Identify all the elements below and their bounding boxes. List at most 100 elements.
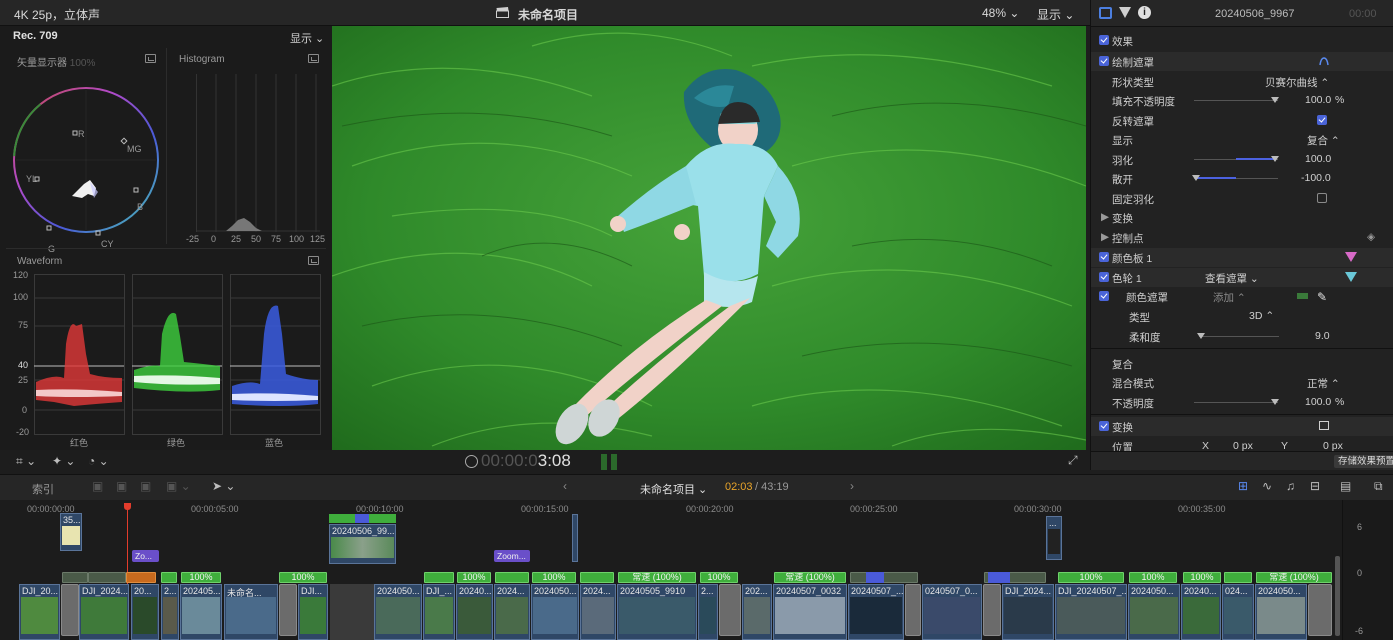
speed-bar[interactable]: 常速 (100%) xyxy=(774,572,846,583)
invert-mask-checkbox[interactable] xyxy=(1317,115,1327,125)
zoom-menu[interactable]: 48% ⌄ xyxy=(982,6,1019,20)
speed-bar[interactable]: 100% xyxy=(1058,572,1124,583)
clip-insert-icon[interactable]: ▣ xyxy=(116,479,127,493)
color-board-checkbox[interactable] xyxy=(1099,252,1109,262)
shape-type-select[interactable]: 贝赛尔曲线 ⌃ xyxy=(1265,75,1329,90)
feather-slider[interactable] xyxy=(1236,158,1276,160)
transition[interactable] xyxy=(905,584,921,636)
timeline-project-menu[interactable]: 未命名项目 ⌄ xyxy=(640,481,707,497)
index-button[interactable]: 索引 xyxy=(32,481,54,497)
disclosure-triangle-icon[interactable]: ▶ xyxy=(1101,211,1109,223)
fixed-feather-checkbox[interactable] xyxy=(1317,193,1327,203)
opacity-value[interactable]: 100.0 xyxy=(1305,396,1331,408)
speed-bar[interactable]: 100% xyxy=(279,572,327,583)
storyline-clip[interactable]: 20240... xyxy=(456,584,493,640)
spread-value[interactable]: -100.0 xyxy=(1301,172,1331,184)
keyframe-icon[interactable]: ◈ xyxy=(1367,231,1375,243)
row-transform-sub[interactable]: ▶ 变换 xyxy=(1091,208,1393,227)
storyline-clip[interactable]: 2... xyxy=(698,584,718,640)
transition[interactable] xyxy=(279,584,297,636)
color-mask-add-menu[interactable]: 添加 ⌃ xyxy=(1213,290,1246,305)
opacity-slider[interactable] xyxy=(1194,402,1278,403)
connected-clip[interactable]: 20240506_99... xyxy=(329,524,396,564)
transform-checkbox[interactable] xyxy=(1099,421,1109,431)
draw-mask-checkbox[interactable] xyxy=(1099,56,1109,66)
storyline-clip[interactable]: 20240505_9910 xyxy=(617,584,697,640)
storyline-clip[interactable]: 0240507_0... xyxy=(922,584,982,640)
color-swatch[interactable] xyxy=(1297,293,1308,299)
position-y-value[interactable]: 0 px xyxy=(1323,440,1343,451)
spread-slider[interactable] xyxy=(1196,177,1236,179)
timeline[interactable]: 00:00:00:00 00:00:05:00 00:00:10:00 00:0… xyxy=(0,500,1393,640)
title-clip[interactable]: Zoom... xyxy=(494,550,530,562)
storyline-clip[interactable]: 2... xyxy=(161,584,179,640)
view-mask-menu[interactable]: 查看遮罩 ⌄ xyxy=(1205,271,1259,286)
storyline-clip[interactable]: DJI_20... xyxy=(19,584,60,640)
clip-overwrite-icon[interactable]: ▣ xyxy=(140,479,151,493)
info-icon[interactable]: i xyxy=(1138,6,1151,19)
transition[interactable] xyxy=(61,584,79,636)
feather-knob[interactable] xyxy=(1271,156,1279,162)
snapping-icon[interactable]: ⊟ xyxy=(1310,479,1320,493)
speed-bar[interactable]: 100% xyxy=(700,572,738,583)
spread-knob[interactable] xyxy=(1192,175,1200,181)
row-control-points[interactable]: ▶ 控制点 ◈ xyxy=(1091,228,1393,247)
storyline-clip[interactable]: 2024050... xyxy=(374,584,422,640)
speed-bar[interactable]: 100% xyxy=(1129,572,1177,583)
storyline-clip[interactable]: 2024... xyxy=(580,584,616,640)
back-arrow-icon[interactable]: ‹ xyxy=(563,479,567,493)
timeline-scrollbar[interactable] xyxy=(1335,556,1340,636)
playhead-handle[interactable] xyxy=(124,503,131,510)
opacity-knob[interactable] xyxy=(1271,399,1279,405)
fill-opacity-slider[interactable] xyxy=(1194,100,1278,101)
color-board-icon[interactable] xyxy=(1345,252,1357,262)
clip-appearance-icon[interactable]: ⊞ xyxy=(1238,479,1248,493)
play-pause-icon[interactable] xyxy=(465,455,478,468)
disclosure-triangle-icon[interactable]: ▶ xyxy=(1101,231,1109,243)
title-clip[interactable]: Zo... xyxy=(132,550,159,562)
storyline-clip[interactable]: 2024... xyxy=(494,584,530,640)
storyline-clip[interactable]: 024... xyxy=(1222,584,1254,640)
forward-arrow-icon[interactable]: › xyxy=(850,479,854,493)
histogram-settings-icon[interactable] xyxy=(308,54,319,63)
waveform-settings-icon[interactable] xyxy=(308,256,319,265)
speed-bar[interactable]: 常速 (100%) xyxy=(618,572,696,583)
storyline-clip[interactable]: 未命名... xyxy=(224,584,278,640)
layout-icon[interactable]: ⧉ xyxy=(1374,479,1383,494)
fill-opacity-knob[interactable] xyxy=(1271,97,1279,103)
softness-knob[interactable] xyxy=(1197,333,1205,339)
storyline-clip[interactable]: 20240507_0032 xyxy=(773,584,847,640)
storyline-clip[interactable]: DJI_20240507_... xyxy=(1055,584,1127,640)
softness-slider[interactable] xyxy=(1199,336,1279,337)
timeline-index-icon[interactable]: ▤ xyxy=(1340,479,1351,493)
timeline-ruler[interactable]: 00:00:00:00 00:00:05:00 00:00:10:00 00:0… xyxy=(0,500,1340,514)
storyline-clip[interactable]: 2024050... xyxy=(1255,584,1307,640)
storyline-clip[interactable]: 20... xyxy=(131,584,159,640)
transition[interactable] xyxy=(1308,584,1332,636)
speed-bar[interactable]: 100% xyxy=(1183,572,1221,583)
headphones-icon[interactable]: ♫ xyxy=(1286,479,1295,493)
transition[interactable] xyxy=(719,584,741,636)
connected-clip-marker[interactable] xyxy=(572,514,578,562)
display-mode-select[interactable]: 复合 ⌃ xyxy=(1307,133,1340,148)
storyline-clip[interactable]: DJI_... xyxy=(423,584,455,640)
transform-onscreen-icon[interactable] xyxy=(1319,421,1329,430)
blend-mode-select[interactable]: 正常 ⌃ xyxy=(1307,376,1340,391)
position-x-value[interactable]: 0 px xyxy=(1233,440,1253,451)
connected-clip[interactable]: 35... xyxy=(60,513,82,551)
select-tool-icon[interactable]: ➤ ⌄ xyxy=(212,479,235,493)
crop-icon[interactable]: ⌗ ⌄ xyxy=(16,454,36,469)
storyline-clip[interactable]: DJI_2024... xyxy=(1002,584,1054,640)
mask-shape-icon[interactable] xyxy=(1319,57,1329,66)
storyline-clip[interactable]: 20240507_... xyxy=(848,584,904,640)
storyline-clip[interactable]: DJI... xyxy=(298,584,328,640)
gap-clip[interactable] xyxy=(330,584,374,640)
magic-wand-icon[interactable]: ✦ ⌄ xyxy=(52,454,75,468)
connected-clip[interactable]: ... xyxy=(1046,516,1062,560)
vectorscope-settings-icon[interactable] xyxy=(145,54,156,63)
color-mask-checkbox[interactable] xyxy=(1099,291,1109,301)
speedometer-icon[interactable]: ◔ ⌄ xyxy=(88,454,109,468)
scopes-display-menu[interactable]: 显示 ⌄ xyxy=(290,30,324,46)
speed-bar[interactable]: 100% xyxy=(532,572,576,583)
color-wheels-icon[interactable] xyxy=(1345,272,1357,282)
